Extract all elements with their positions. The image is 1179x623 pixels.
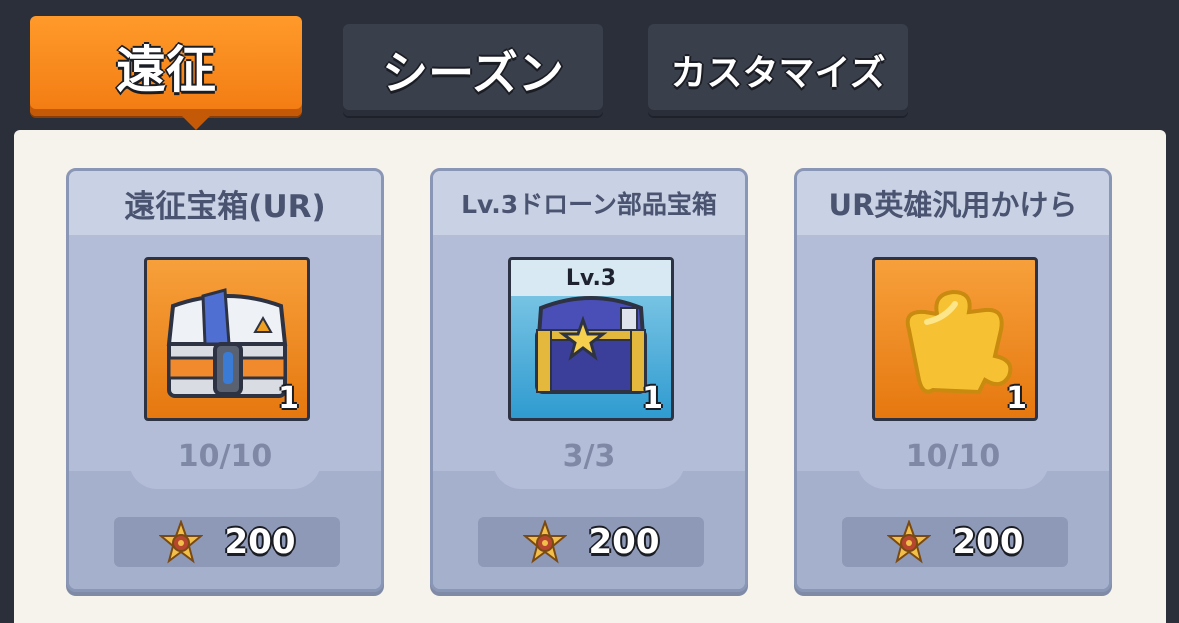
expedition-medal-icon bbox=[522, 520, 567, 564]
price-value: 200 bbox=[952, 522, 1024, 562]
item-count: 1 bbox=[642, 381, 663, 416]
item-count: 1 bbox=[278, 381, 299, 416]
shop-item-card[interactable]: 遠征宝箱(UR) 1 10/10 200 bbox=[66, 168, 384, 592]
buy-button[interactable]: 200 bbox=[478, 517, 704, 567]
expedition-medal-icon bbox=[886, 520, 931, 564]
shop-item-card[interactable]: UR英雄汎用かけら 1 10/10 200 bbox=[794, 168, 1112, 592]
tab-bar: 遠征 シーズン カスタマイズ bbox=[0, 0, 1179, 130]
shop-item-card[interactable]: Lv.3ドローン部品宝箱 Lv.3 1 3/3 200 bbox=[430, 168, 748, 592]
buy-button[interactable]: 200 bbox=[114, 517, 340, 567]
tab-expedition[interactable]: 遠征 bbox=[30, 16, 302, 130]
tab-season[interactable]: シーズン bbox=[343, 24, 603, 116]
item-frame: 1 bbox=[144, 257, 310, 421]
item-frame: Lv.3 1 bbox=[508, 257, 674, 421]
price-value: 200 bbox=[588, 522, 660, 562]
stock-remaining: 10/10 bbox=[905, 439, 1001, 474]
buy-button[interactable]: 200 bbox=[842, 517, 1068, 567]
item-count: 1 bbox=[1006, 381, 1027, 416]
item-frame: 1 bbox=[872, 257, 1038, 421]
price-value: 200 bbox=[224, 522, 296, 562]
expedition-medal-icon bbox=[158, 520, 203, 564]
item-title: Lv.3ドローン部品宝箱 bbox=[433, 171, 745, 238]
stock-remaining: 3/3 bbox=[562, 439, 616, 474]
tab-customize-label: カスタマイズ bbox=[670, 53, 886, 94]
tab-season-label: シーズン bbox=[382, 46, 564, 100]
stock-remaining: 10/10 bbox=[177, 439, 273, 474]
active-tab-pointer bbox=[182, 116, 210, 130]
item-title: UR英雄汎用かけら bbox=[797, 171, 1109, 238]
item-title: 遠征宝箱(UR) bbox=[69, 171, 381, 238]
tab-customize[interactable]: カスタマイズ bbox=[648, 24, 908, 116]
tab-expedition-label: 遠征 bbox=[116, 41, 216, 99]
